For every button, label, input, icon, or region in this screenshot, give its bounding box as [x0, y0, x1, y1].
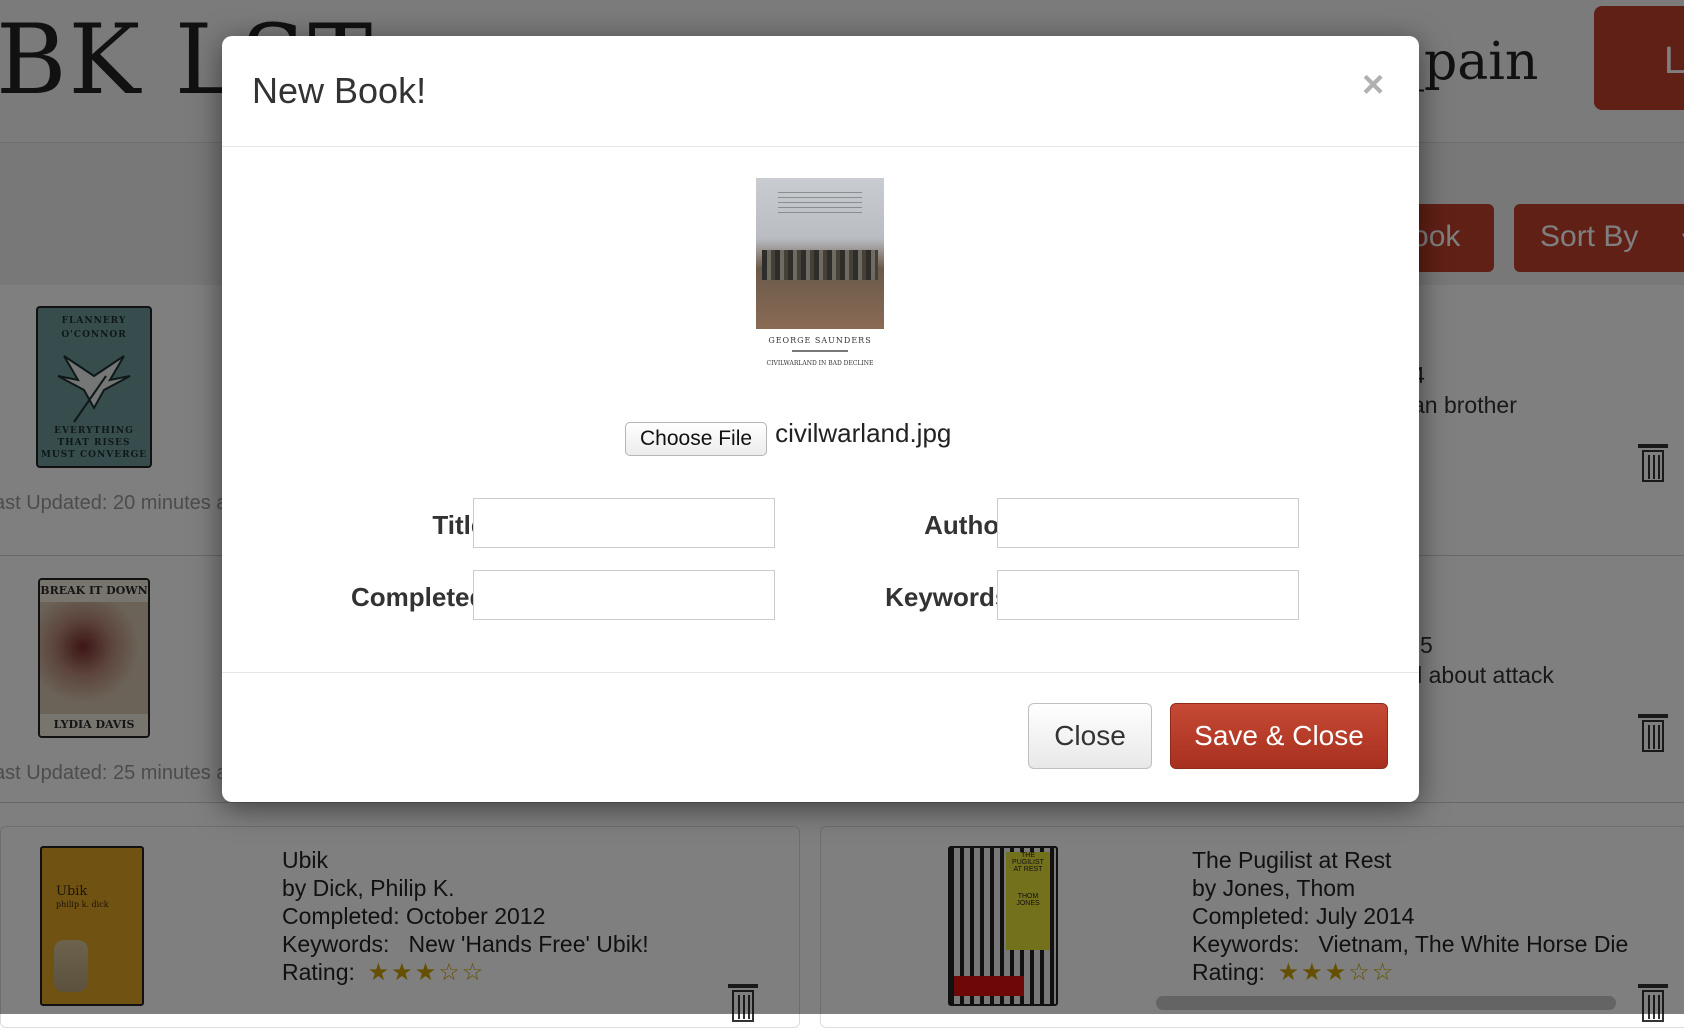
preview-book-title: CIVILWARLAND IN BAD DECLINE: [766, 360, 874, 367]
cover-crowd: [762, 250, 878, 280]
completed-input[interactable]: [473, 570, 775, 620]
preview-author: GEORGE SAUNDERS: [768, 336, 872, 345]
close-icon[interactable]: ×: [1362, 66, 1384, 104]
author-input[interactable]: [997, 498, 1299, 548]
cover-quote: [778, 192, 862, 214]
divider: [792, 350, 848, 352]
file-name: civilwarland.jpg: [775, 417, 952, 448]
keywords-input[interactable]: [997, 570, 1299, 620]
save-and-close-button[interactable]: Save & Close: [1170, 703, 1388, 769]
new-book-modal: New Book! × GEORGE SAUNDERS CIVILWARLAND…: [222, 36, 1419, 802]
modal-title: New Book!: [252, 70, 427, 111]
close-button[interactable]: Close: [1028, 703, 1152, 769]
modal-footer: Close Save & Close: [222, 672, 1419, 803]
title-input[interactable]: [473, 498, 775, 548]
modal-header: New Book! ×: [222, 36, 1419, 147]
cover-preview-image: GEORGE SAUNDERS CIVILWARLAND IN BAD DECL…: [756, 178, 884, 374]
file-picker: Choose File civilwarland.jpg: [625, 418, 951, 456]
cover-photo: [756, 178, 884, 329]
choose-file-button[interactable]: Choose File: [625, 422, 768, 456]
